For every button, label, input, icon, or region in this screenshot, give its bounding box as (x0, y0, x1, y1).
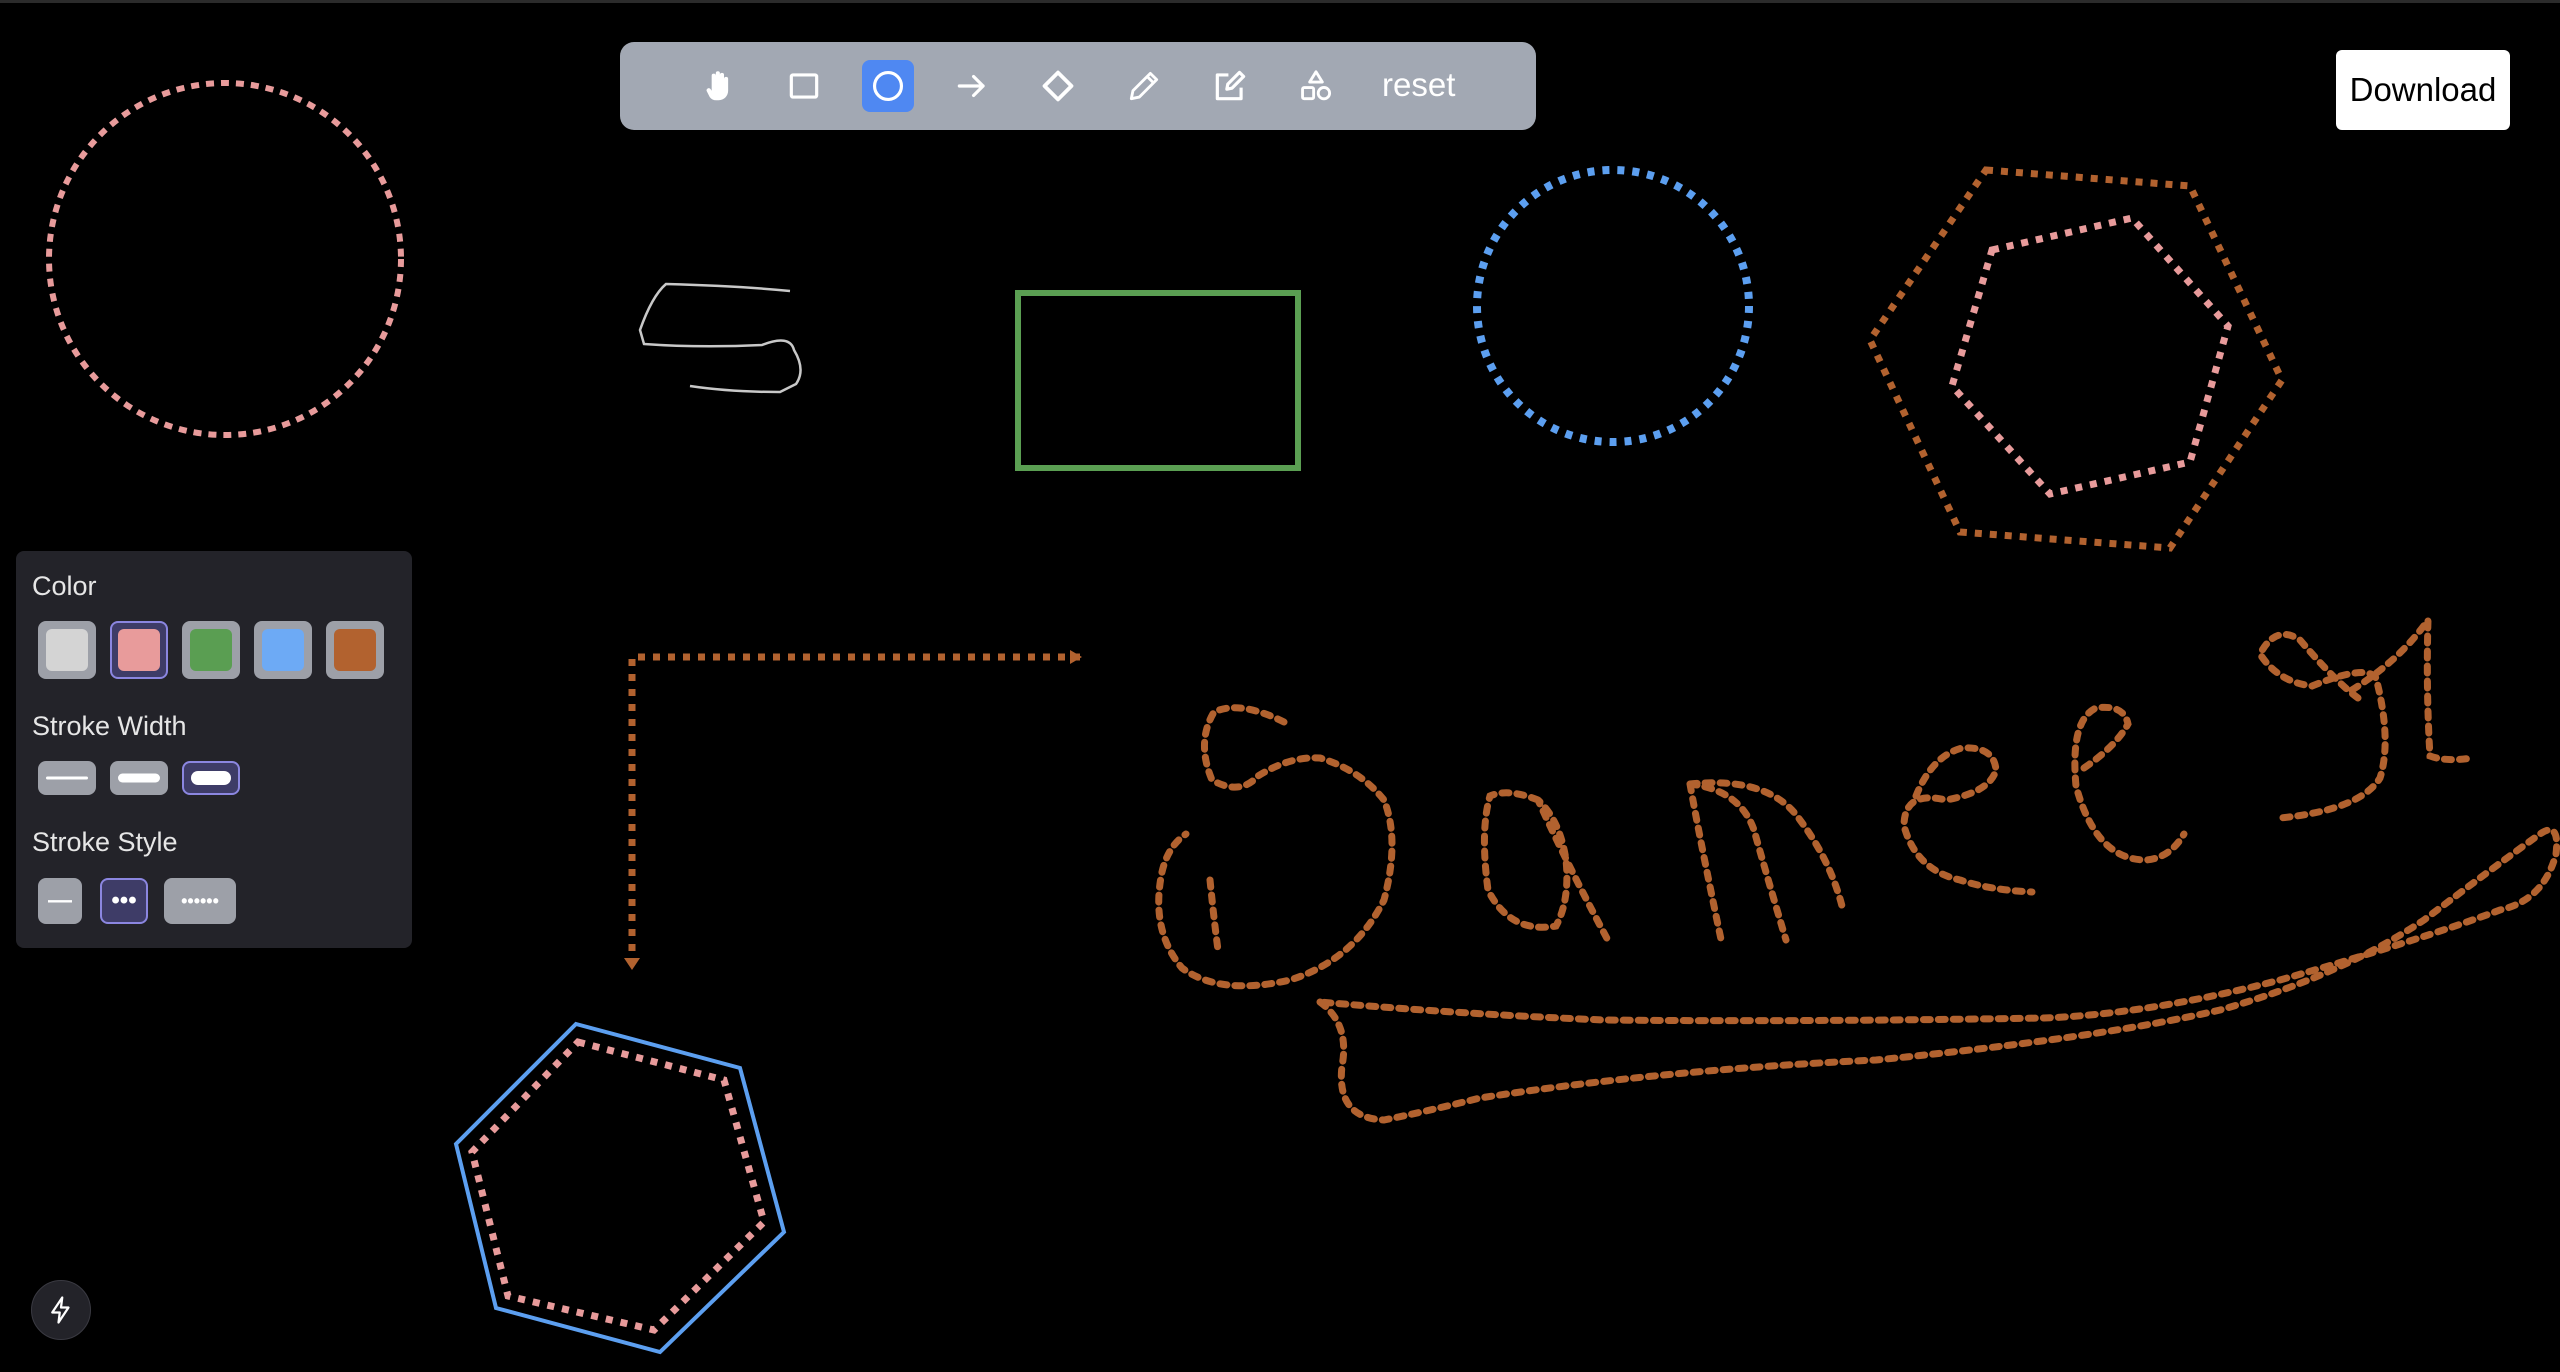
pencil-tool-button[interactable] (1118, 60, 1170, 112)
swatch-fill (334, 629, 376, 671)
arrow-icon (957, 74, 985, 98)
gray-freehand-scribble[interactable] (638, 282, 802, 394)
orange-dotted-arrow[interactable] (628, 653, 1080, 965)
edit-text-tool-button[interactable] (1204, 60, 1256, 112)
stroke-width-thick-button[interactable] (182, 761, 240, 795)
pink-dotted-circle[interactable] (46, 80, 404, 438)
diamond-icon (1042, 70, 1074, 102)
arrow-tool-button[interactable] (946, 60, 998, 112)
green-rectangle[interactable] (1015, 290, 1301, 471)
color-swatch-green[interactable] (182, 621, 240, 679)
orange-arrow-tip (624, 958, 640, 970)
orange-arrow-start (1070, 650, 1082, 664)
edit-text-icon (1215, 70, 1246, 101)
quick-actions-button[interactable] (31, 1280, 91, 1340)
color-heading: Color (32, 571, 97, 601)
download-button[interactable]: Download (2336, 50, 2510, 130)
color-swatch-orange[interactable] (326, 621, 384, 679)
shapes-tool-button[interactable] (1290, 60, 1342, 112)
stroke-width-medium-button[interactable] (110, 761, 168, 795)
stroke-width-line (191, 771, 231, 785)
pencil-icon (1129, 71, 1159, 101)
rectangle-tool-button[interactable] (778, 60, 830, 112)
color-swatch-gray[interactable] (38, 621, 96, 679)
lightning-icon (51, 1296, 70, 1324)
toolbar: reset (620, 42, 1536, 130)
stroke-width-heading: Stroke Width (32, 711, 187, 741)
blue-dotted-circle[interactable] (1473, 166, 1753, 446)
swatch-fill (262, 629, 304, 671)
stroke-style-heading: Stroke Style (32, 827, 178, 857)
stroke-width-line (118, 773, 160, 783)
stroke-width-line (46, 776, 88, 780)
swatch-fill (118, 629, 160, 671)
diamond-tool-button[interactable] (1032, 60, 1084, 112)
reset-button[interactable]: reset (1382, 66, 1455, 104)
properties-panel: Color Stroke Width Stroke Style — ••• ••… (16, 551, 412, 948)
hand-tool-button[interactable] (692, 60, 744, 112)
stroke-style-dotted-button[interactable]: ••• (100, 878, 148, 924)
hand-icon (706, 71, 729, 101)
swatch-fill (46, 629, 88, 671)
pink-dotted-hexagon[interactable] (1948, 214, 2232, 498)
shapes-icon (1301, 70, 1332, 101)
swatch-fill (190, 629, 232, 671)
color-swatch-pink[interactable] (110, 621, 168, 679)
rectangle-icon (789, 73, 819, 99)
ellipse-icon (872, 70, 904, 102)
orange-dotted-handwriting[interactable] (1155, 608, 2560, 1124)
stroke-style-solid-button[interactable]: — (38, 878, 82, 924)
color-swatch-blue[interactable] (254, 621, 312, 679)
stroke-width-thin-button[interactable] (38, 761, 96, 795)
stroke-style-dashed-button[interactable]: •••••• (164, 878, 236, 924)
blue-hexagon[interactable] (453, 1021, 787, 1355)
ellipse-tool-button[interactable] (862, 60, 914, 112)
